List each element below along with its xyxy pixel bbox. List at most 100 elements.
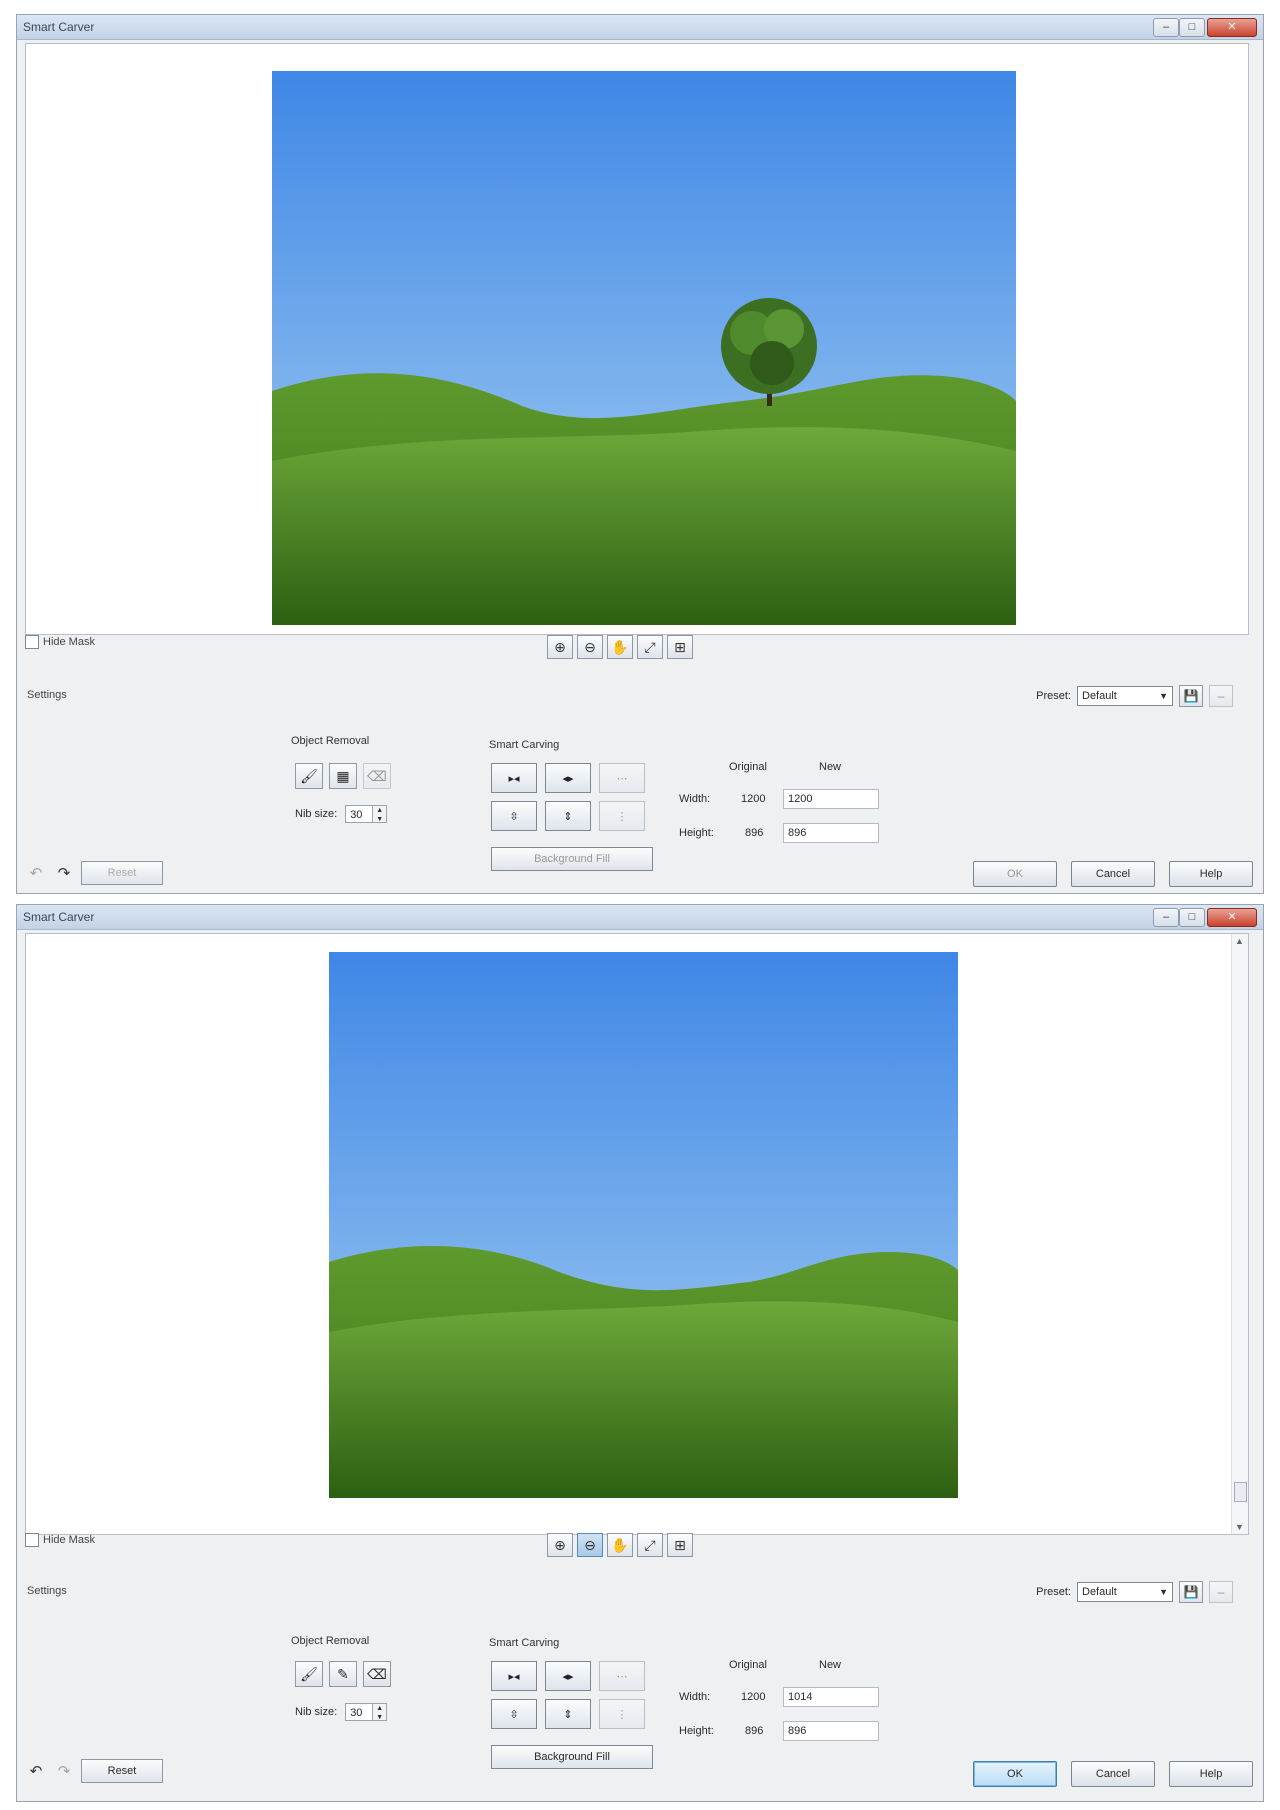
close-icon[interactable]: ✕ bbox=[1207, 18, 1257, 37]
eraser-icon[interactable]: ⌫ bbox=[363, 1661, 391, 1687]
vertical-scrollbar[interactable]: ▲ ▼ bbox=[1231, 934, 1248, 1534]
protect-brush-icon[interactable]: ▦ bbox=[329, 763, 357, 789]
hide-mask-toggle[interactable]: Hide Mask bbox=[25, 1533, 95, 1547]
chevron-down-icon: ▼ bbox=[1159, 691, 1168, 701]
undo-icon[interactable]: ↶ bbox=[25, 862, 47, 884]
zoom-fit-icon[interactable]: ⤢ bbox=[637, 635, 663, 659]
undo-icon[interactable]: ↶ bbox=[25, 1760, 47, 1782]
background-fill-button[interactable]: Background Fill bbox=[491, 1745, 653, 1769]
protect-brush-icon[interactable]: ✎ bbox=[329, 1661, 357, 1687]
nib-size-stepper[interactable]: 30 ▲ ▼ bbox=[345, 1703, 388, 1721]
scroll-thumb[interactable] bbox=[1234, 1482, 1247, 1502]
image-preview[interactable] bbox=[25, 43, 1249, 635]
dialog-buttons: OK Cancel Help bbox=[973, 1761, 1253, 1787]
zoom-out-icon[interactable]: ⊖ bbox=[577, 635, 603, 659]
help-button[interactable]: Help bbox=[1169, 861, 1253, 887]
nib-size-stepper[interactable]: 30 ▲ ▼ bbox=[345, 805, 388, 823]
width-new-input[interactable]: 1014 bbox=[783, 1687, 879, 1707]
cancel-button[interactable]: Cancel bbox=[1071, 861, 1155, 887]
object-removal-title: Object Removal bbox=[291, 735, 370, 747]
preset-value: Default bbox=[1082, 1586, 1117, 1598]
spin-arrows-icon[interactable]: ▲ ▼ bbox=[373, 1703, 388, 1721]
dimensions-panel: Original New Width: 1200 1200 Height: 89… bbox=[679, 761, 919, 851]
hide-mask-checkbox[interactable] bbox=[25, 635, 39, 649]
nib-size-input[interactable]: 30 bbox=[345, 805, 374, 823]
zoom-in-icon[interactable]: ⊕ bbox=[547, 635, 573, 659]
pan-hand-icon[interactable]: ✋ bbox=[607, 635, 633, 659]
actual-size-icon[interactable]: ⊞ bbox=[667, 1533, 693, 1557]
smart-carving-title: Smart Carving bbox=[489, 739, 560, 751]
nib-size-label: Nib size: bbox=[295, 1706, 338, 1718]
smart-carving-buttons: ▸◂ ◂▸ ⋯ ⇳ ⇕ ⋮ bbox=[491, 763, 645, 831]
minimize-icon[interactable]: – bbox=[1153, 908, 1179, 927]
delete-preset-icon[interactable]: – bbox=[1209, 1581, 1233, 1603]
eraser-icon[interactable]: ⌫ bbox=[363, 763, 391, 789]
smart-carving-title: Smart Carving bbox=[489, 1637, 560, 1649]
zoom-fit-icon[interactable]: ⤢ bbox=[637, 1533, 663, 1557]
reset-button[interactable]: Reset bbox=[81, 861, 163, 885]
remove-area-horizontal-icon[interactable]: ⋯ bbox=[599, 1661, 645, 1691]
shrink-height-icon[interactable]: ⇳ bbox=[491, 1699, 537, 1729]
image-preview[interactable]: ▲ ▼ bbox=[25, 933, 1249, 1535]
height-original-value: 896 bbox=[745, 827, 764, 839]
background-fill-button[interactable]: Background Fill bbox=[491, 847, 653, 871]
shrink-height-icon[interactable]: ⇳ bbox=[491, 801, 537, 831]
smart-carver-dialog-before: Smart Carver – □ ✕ Hide Mask ⊕ ⊖ ✋ ⤢ ⊞ S… bbox=[16, 14, 1264, 894]
object-removal-title: Object Removal bbox=[291, 1635, 370, 1647]
width-new-input[interactable]: 1200 bbox=[783, 789, 879, 809]
shrink-width-icon[interactable]: ▸◂ bbox=[491, 1661, 537, 1691]
width-original-value: 1200 bbox=[741, 793, 766, 805]
height-label: Height: bbox=[679, 827, 714, 839]
brush-icon[interactable]: 🖌 bbox=[295, 1661, 323, 1687]
remove-area-vertical-icon[interactable]: ⋮ bbox=[599, 1699, 645, 1729]
smart-carving-buttons: ▸◂ ◂▸ ⋯ ⇳ ⇕ ⋮ bbox=[491, 1661, 645, 1729]
pan-hand-icon[interactable]: ✋ bbox=[607, 1533, 633, 1557]
reset-button[interactable]: Reset bbox=[81, 1759, 163, 1783]
preset-label: Preset: bbox=[1036, 1586, 1071, 1598]
close-icon[interactable]: ✕ bbox=[1207, 908, 1257, 927]
delete-preset-icon[interactable]: – bbox=[1209, 685, 1233, 707]
maximize-icon[interactable]: □ bbox=[1179, 18, 1205, 37]
preset-select[interactable]: Default ▼ bbox=[1077, 1582, 1173, 1602]
expand-width-icon[interactable]: ◂▸ bbox=[545, 763, 591, 793]
hide-mask-checkbox[interactable] bbox=[25, 1533, 39, 1547]
scroll-up-icon[interactable]: ▲ bbox=[1235, 936, 1244, 946]
remove-area-horizontal-icon[interactable]: ⋯ bbox=[599, 763, 645, 793]
height-new-input[interactable]: 896 bbox=[783, 823, 879, 843]
cancel-button[interactable]: Cancel bbox=[1071, 1761, 1155, 1787]
save-preset-icon[interactable]: 💾 bbox=[1179, 685, 1203, 707]
height-label: Height: bbox=[679, 1725, 714, 1737]
hide-mask-toggle[interactable]: Hide Mask bbox=[25, 635, 95, 649]
ok-button[interactable]: OK bbox=[973, 861, 1057, 887]
expand-width-icon[interactable]: ◂▸ bbox=[545, 1661, 591, 1691]
remove-area-vertical-icon[interactable]: ⋮ bbox=[599, 801, 645, 831]
preview-image-with-tree bbox=[272, 71, 1016, 625]
object-removal-tools: 🖌 ✎ ⌫ bbox=[295, 1661, 391, 1687]
brush-icon[interactable]: 🖌 bbox=[295, 763, 323, 789]
expand-height-icon[interactable]: ⇕ bbox=[545, 801, 591, 831]
minimize-icon[interactable]: – bbox=[1153, 18, 1179, 37]
expand-height-icon[interactable]: ⇕ bbox=[545, 1699, 591, 1729]
maximize-icon[interactable]: □ bbox=[1179, 908, 1205, 927]
save-preset-icon[interactable]: 💾 bbox=[1179, 1581, 1203, 1603]
shrink-width-icon[interactable]: ▸◂ bbox=[491, 763, 537, 793]
zoom-out-icon[interactable]: ⊖ bbox=[577, 1533, 603, 1557]
view-toolbar: ⊕ ⊖ ✋ ⤢ ⊞ bbox=[547, 635, 693, 659]
zoom-in-icon[interactable]: ⊕ bbox=[547, 1533, 573, 1557]
new-header: New bbox=[819, 1659, 842, 1671]
redo-icon[interactable]: ↷ bbox=[53, 1760, 75, 1782]
window-title: Smart Carver bbox=[23, 910, 95, 924]
height-new-input[interactable]: 896 bbox=[783, 1721, 879, 1741]
spin-arrows-icon[interactable]: ▲ ▼ bbox=[373, 805, 388, 823]
preset-select[interactable]: Default ▼ bbox=[1077, 686, 1173, 706]
actual-size-icon[interactable]: ⊞ bbox=[667, 635, 693, 659]
scroll-down-icon[interactable]: ▼ bbox=[1235, 1522, 1244, 1532]
height-original-value: 896 bbox=[745, 1725, 764, 1737]
help-button[interactable]: Help bbox=[1169, 1761, 1253, 1787]
redo-icon[interactable]: ↷ bbox=[53, 862, 75, 884]
nib-size-row: Nib size: 30 ▲ ▼ bbox=[295, 1703, 388, 1721]
nib-size-input[interactable]: 30 bbox=[345, 1703, 374, 1721]
ok-button[interactable]: OK bbox=[973, 1761, 1057, 1787]
window-title: Smart Carver bbox=[23, 20, 95, 34]
preview-image-tree-removed bbox=[329, 952, 958, 1498]
